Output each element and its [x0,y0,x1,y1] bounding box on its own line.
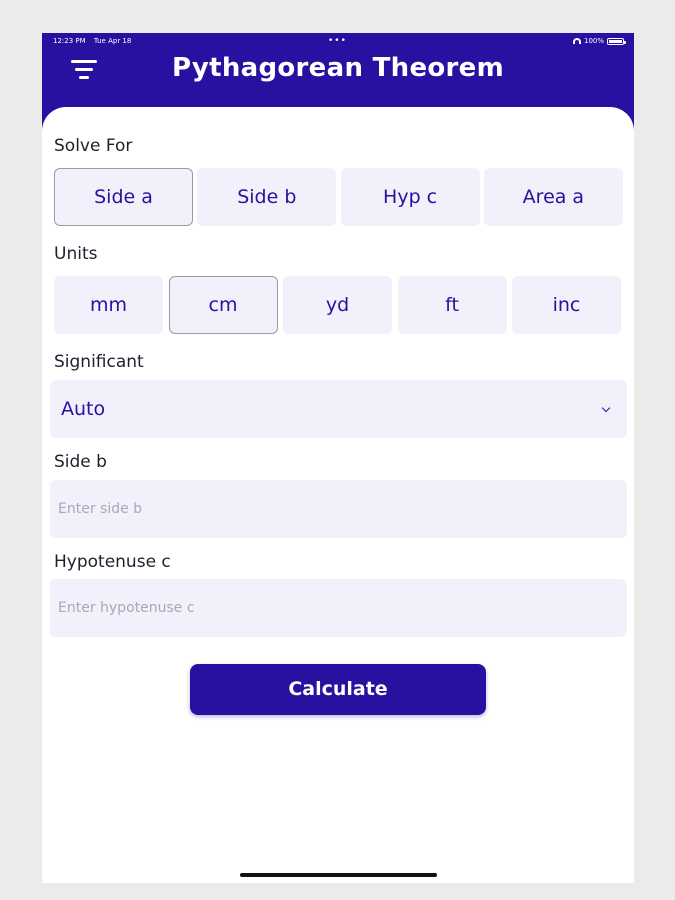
significant-value: Auto [61,398,106,420]
side-b-input[interactable] [50,480,627,538]
chevron-down-icon [601,403,611,413]
form-sheet: Solve For Side a Side b Hyp c Area a Units … [42,107,634,883]
units-option-mm[interactable]: mm [54,276,163,334]
device-screen: 12:23 PM Tue Apr 18 ••• 100% Pythagorean… [42,33,634,883]
battery-icon [607,37,626,45]
units-label: Units [54,244,98,264]
battery-percent: 100% [583,37,604,45]
solve_for-option-hyp-c[interactable]: Hyp c [340,168,480,226]
units-option-ft[interactable]: ft [397,276,507,334]
units-option-cm[interactable]: cm [168,276,278,334]
significant-dropdown[interactable]: Auto [50,380,627,438]
side-b-label: Side b [54,452,107,472]
solve_for-option-area-a[interactable]: Area a [483,168,623,226]
solve_for-option-side-a[interactable]: Side a [54,168,193,226]
status-time: 12:23 PM [53,37,86,45]
home-indicator[interactable] [240,873,437,877]
solve_for-option-side-b[interactable]: Side b [197,168,337,226]
significant-label: Significant [54,352,144,372]
wifi-icon [572,38,581,44]
units-option-inc[interactable]: inc [512,276,621,334]
calculate-button[interactable]: Calculate [190,664,486,715]
units-option-yd[interactable]: yd [283,276,392,334]
status-date: Tue Apr 18 [93,37,132,45]
hypotenuse-input[interactable] [50,579,627,637]
status-bar: 12:23 PM Tue Apr 18 ••• 100% [42,33,634,49]
page-title: Pythagorean Theorem [172,53,504,83]
multitask-dots[interactable]: ••• [328,33,347,49]
hypotenuse-label: Hypotenuse c [54,552,171,572]
solve-for-label: Solve For [54,136,133,156]
